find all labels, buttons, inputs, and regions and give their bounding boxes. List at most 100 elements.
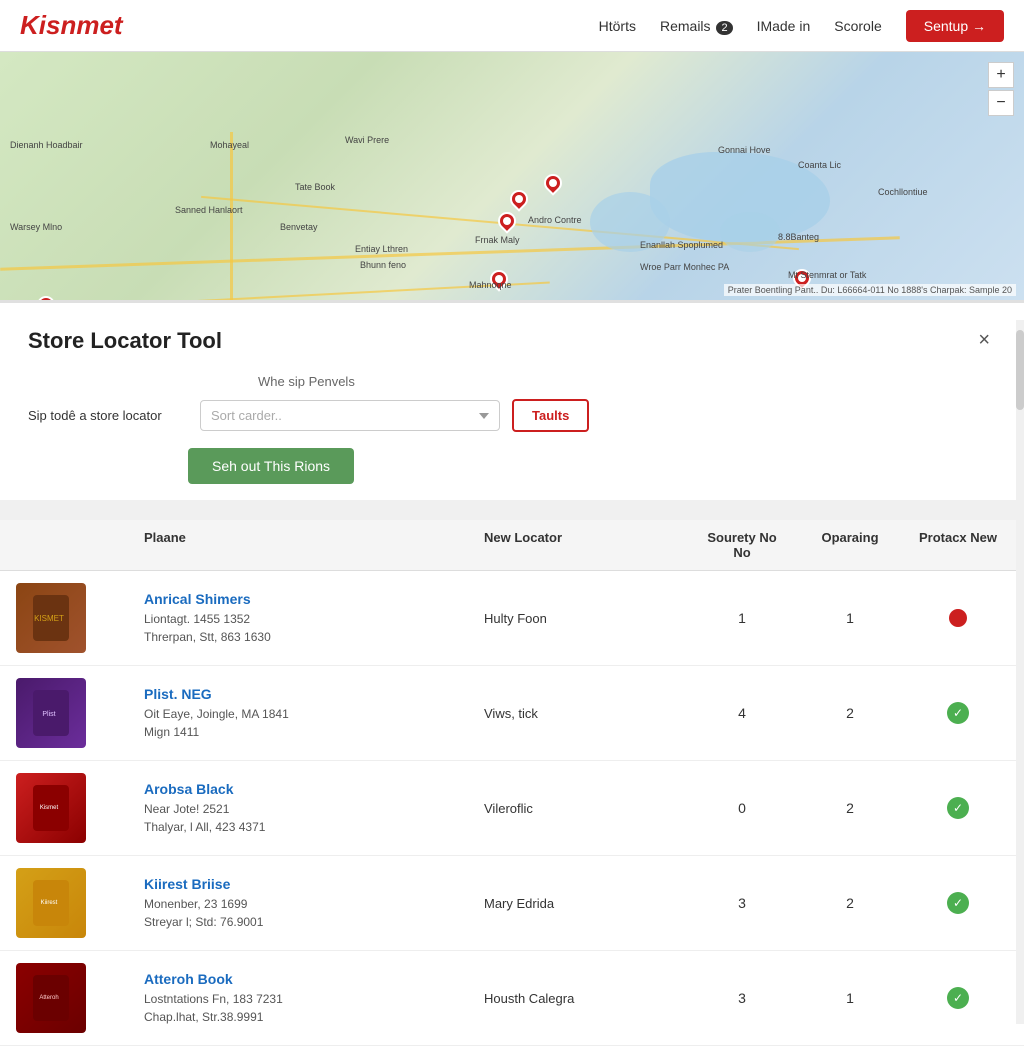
panel-controls: Sip todê a store locator Sort carder.. T… (28, 399, 996, 432)
status-indicator-4: ✓ (947, 892, 969, 914)
status-4: ✓ (908, 892, 1008, 914)
remails-badge: 2 (716, 21, 732, 35)
sourety-4: 3 (692, 895, 792, 911)
store-locator-panel: Store Locator Tool × Whe sip Penvels Sip… (0, 300, 1024, 500)
product-image-5: Atteroh (16, 963, 86, 1033)
product-name-1[interactable]: Anrical Shimers (144, 591, 476, 607)
product-info-2: Plist. NEG Oit Eaye, Joingle, MA 1841 Mi… (144, 686, 476, 741)
table-row: Atteroh Atteroh Book Lostntations Fn, 18… (0, 951, 1024, 1046)
map-label: Coanta Lic (798, 160, 841, 170)
col-image (16, 530, 136, 560)
status-1 (908, 609, 1008, 627)
map-label: Mt Stenmrat or Tatk (788, 270, 866, 280)
product-image-1: KISMET (16, 583, 86, 653)
col-oparaing: Oparaing (800, 530, 900, 560)
panel-label: Sip todê a store locator (28, 408, 188, 423)
product-info-1: Anrical Shimers Liontagt. 1455 1352 Thre… (144, 591, 476, 646)
status-indicator-1 (949, 609, 967, 627)
nav-imade[interactable]: IMade in (757, 18, 811, 34)
locator-3: Vileroflic (484, 801, 684, 816)
product-image-2: Plist (16, 678, 86, 748)
map-label: Mahnoqne (469, 280, 512, 290)
map-pin-7[interactable] (33, 292, 58, 300)
map-pin-3[interactable] (540, 170, 565, 195)
zoom-in-button[interactable]: + (988, 62, 1014, 88)
map-background: Dienanh Hoadbair Mohayeal Wavi Prere Tat… (0, 52, 1024, 300)
status-2: ✓ (908, 702, 1008, 724)
nav-remails[interactable]: Remails 2 (660, 18, 733, 34)
panel-subtitle: Whe sip Penvels (258, 374, 996, 389)
map-pin-2[interactable] (494, 208, 519, 233)
product-address-1: Liontagt. 1455 1352 Threrpan, Stt, 863 1… (144, 610, 476, 646)
map-label: Sanned Hanlaort (175, 205, 243, 215)
product-name-4[interactable]: Kiirest Briise (144, 876, 476, 892)
action-button[interactable]: Seh out This Rions (188, 448, 354, 484)
product-name-2[interactable]: Plist. NEG (144, 686, 476, 702)
product-info-3: Arobsa Black Near Jote! 2521 Thalyar, l … (144, 781, 476, 836)
status-indicator-5: ✓ (947, 987, 969, 1009)
col-protacx: Protacx New (908, 530, 1008, 560)
map-label: Entiay Lthren (355, 244, 408, 254)
map-label: Mohayeal (210, 140, 249, 150)
map-label: Dienanh Hoadbair (10, 140, 83, 150)
table-header: Plaane New Locator Sourety NoNo Oparaing… (0, 520, 1024, 571)
svg-text:Kiirest: Kiirest (41, 900, 58, 906)
product-name-3[interactable]: Arobsa Black (144, 781, 476, 797)
header: Kisnmet Htörts Remails 2 IMade in Scorol… (0, 0, 1024, 52)
scrollbar-thumb[interactable] (1016, 330, 1024, 410)
locator-2: Viws, tick (484, 706, 684, 721)
oparaing-1: 1 (800, 610, 900, 626)
product-info-4: Kiirest Briise Monenber, 23 1699 Streyar… (144, 876, 476, 931)
oparaing-5: 1 (800, 990, 900, 1006)
product-address-3: Near Jote! 2521 Thalyar, l All, 423 4371 (144, 800, 476, 836)
table-row: KISMET Anrical Shimers Liontagt. 1455 13… (0, 571, 1024, 666)
product-address-5: Lostntations Fn, 183 7231 Chap.lhat, Str… (144, 990, 476, 1026)
panel-header: Store Locator Tool × (28, 327, 996, 354)
col-plaane: Plaane (144, 530, 476, 560)
panel-title: Store Locator Tool (28, 328, 222, 354)
product-address-2: Oit Eaye, Joingle, MA 1841 Mign 1411 (144, 705, 476, 741)
status-3: ✓ (908, 797, 1008, 819)
oparaing-3: 2 (800, 800, 900, 816)
table-row: Kismet Arobsa Black Near Jote! 2521 Thal… (0, 761, 1024, 856)
map-label: 8.8Banteg (778, 232, 819, 242)
sourety-3: 0 (692, 800, 792, 816)
map-label: Tate Book (295, 182, 335, 192)
nav-links: Htörts Remails 2 IMade in Scorole Sentup… (599, 10, 1004, 42)
map-label: Wavi Prere (345, 135, 389, 145)
status-indicator-3: ✓ (947, 797, 969, 819)
scrollbar-track[interactable] (1016, 320, 1024, 1024)
map-pin-1[interactable] (506, 186, 531, 211)
sort-select[interactable]: Sort carder.. (200, 400, 500, 431)
status-5: ✓ (908, 987, 1008, 1009)
map-container[interactable]: Dienanh Hoadbair Mohayeal Wavi Prere Tat… (0, 52, 1024, 300)
product-info-5: Atteroh Book Lostntations Fn, 183 7231 C… (144, 971, 476, 1026)
locator-4: Mary Edrida (484, 896, 684, 911)
close-button[interactable]: × (972, 327, 996, 354)
map-label: Bhunn feno (360, 260, 406, 270)
svg-text:KISMET: KISMET (34, 614, 64, 623)
logo[interactable]: Kisnmet (20, 10, 123, 41)
locator-5: Housth Calegra (484, 991, 684, 1006)
results-button[interactable]: Taults (512, 399, 589, 432)
map-label: Enanllah Spoplumed (640, 240, 723, 250)
zoom-out-button[interactable]: − (988, 90, 1014, 116)
product-address-4: Monenber, 23 1699 Streyar l; Std: 76.900… (144, 895, 476, 931)
signup-button[interactable]: Sentup → (906, 10, 1004, 42)
product-image-3: Kismet (16, 773, 86, 843)
col-locator: New Locator (484, 530, 684, 560)
product-image-4: Kiirest (16, 868, 86, 938)
product-table: Plaane New Locator Sourety NoNo Oparaing… (0, 520, 1024, 1046)
map-label: Wroe Parr Monhec PA (640, 262, 729, 272)
nav-scorole[interactable]: Scorole (834, 18, 881, 34)
oparaing-4: 2 (800, 895, 900, 911)
map-label: Andro Contre (528, 215, 582, 225)
nav-htorts[interactable]: Htörts (599, 18, 636, 34)
product-name-5[interactable]: Atteroh Book (144, 971, 476, 987)
table-row: Plist Plist. NEG Oit Eaye, Joingle, MA 1… (0, 666, 1024, 761)
col-sourety: Sourety NoNo (692, 530, 792, 560)
sourety-2: 4 (692, 705, 792, 721)
map-controls: + − (988, 62, 1014, 116)
map-label: Gonnai Hove (718, 145, 771, 155)
status-indicator-2: ✓ (947, 702, 969, 724)
